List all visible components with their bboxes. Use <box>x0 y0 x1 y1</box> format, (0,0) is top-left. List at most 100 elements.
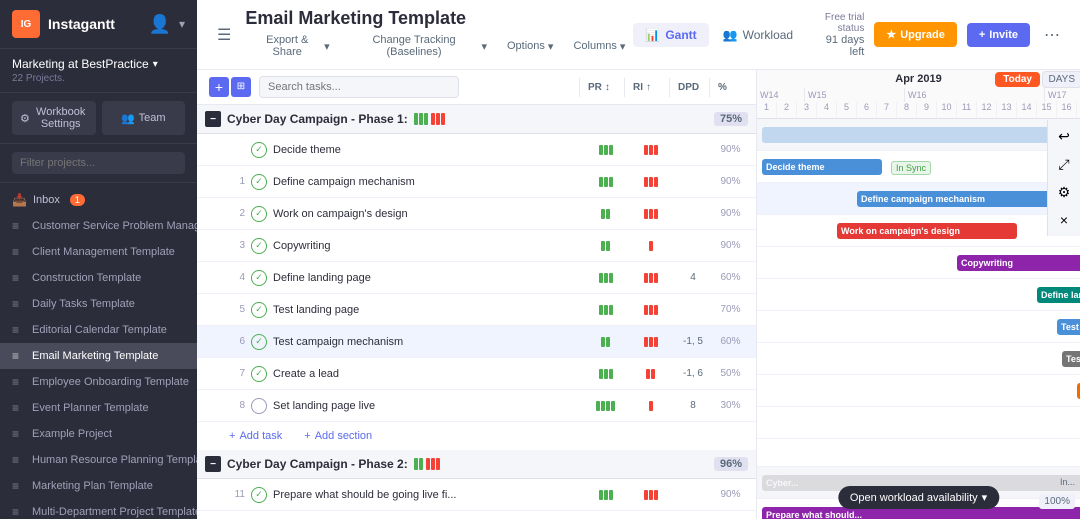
group-name: Cyber Day Campaign - Phase 1: <box>227 112 408 126</box>
gantt-container: + ⊞ PR ↕ RI ↑ <box>197 70 1080 519</box>
table-row[interactable]: 5 Test landing page 70% <box>197 294 756 326</box>
columns-button[interactable]: Columns ▾ <box>565 37 633 56</box>
sidebar-item-daily-tasks[interactable]: ≡ Daily Tasks Template <box>0 291 197 317</box>
gantt-bar: Test campaign mechanism <box>1062 351 1080 367</box>
task-checkbox[interactable] <box>251 302 267 318</box>
task-checkbox[interactable] <box>251 238 267 254</box>
sidebar-item-client-mgmt[interactable]: ≡ Client Management Template <box>0 239 197 265</box>
add-task-button[interactable]: + Add task <box>221 427 290 445</box>
open-workload-button[interactable]: Open workload availability ▾ <box>838 486 999 509</box>
app-name: Instagantt <box>48 16 115 32</box>
table-row[interactable]: 2 Work on campaign's design 90% <box>197 198 756 230</box>
tab-workload[interactable]: 👥 Workload <box>711 23 805 47</box>
task-pr <box>583 209 628 219</box>
chart-row-set-live: Set landing page l... <box>757 407 1080 439</box>
task-checkbox[interactable] <box>251 334 267 350</box>
task-name: Copywriting <box>273 240 583 252</box>
sidebar-item-employee-onboarding[interactable]: ≡ Employee Onboarding Template <box>0 369 197 395</box>
undo-icon[interactable]: ↩ <box>1052 124 1076 148</box>
upgrade-button[interactable]: ★ Upgrade <box>874 22 957 47</box>
sidebar-item-editorial[interactable]: ≡ Editorial Calendar Template <box>0 317 197 343</box>
table-row[interactable]: 1 Define campaign mechanism 90% <box>197 166 756 198</box>
hamburger-menu-button[interactable]: ☰ <box>213 21 235 49</box>
close-panel-icon[interactable]: × <box>1052 208 1076 232</box>
options-button[interactable]: Options ▾ <box>499 37 561 56</box>
right-panel-icons: ↩ ⤢ ⚙ × <box>1047 120 1080 236</box>
sidebar-item-construction[interactable]: ≡ Construction Template <box>0 265 197 291</box>
task-checkbox[interactable] <box>251 398 267 414</box>
group-collapse-icon[interactable]: − <box>205 111 221 127</box>
group-collapse-icon[interactable]: − <box>205 456 221 472</box>
task-checkbox[interactable] <box>251 487 267 503</box>
sidebar: IG Instagantt 👤 ▾ Marketing at BestPract… <box>0 0 197 519</box>
gantt-bar: Copywriting <box>957 255 1080 271</box>
table-row[interactable]: 3 Copywriting 90% <box>197 230 756 262</box>
project-icon: ≡ <box>12 505 26 519</box>
sidebar-item-event-planner[interactable]: ≡ Event Planner Template <box>0 395 197 421</box>
bar <box>431 458 435 470</box>
task-pct: 90% <box>713 489 748 500</box>
table-row[interactable]: 8 Set landing page live 8 30% <box>197 390 756 422</box>
sort-icon[interactable]: ↕ <box>605 82 610 93</box>
task-dpd: -1, 5 <box>673 336 713 347</box>
project-icon: ≡ <box>12 427 26 441</box>
change-tracking-button[interactable]: Change Tracking (Baselines) ▾ <box>342 31 495 61</box>
sidebar-item-multi-dept[interactable]: ≡ Multi-Department Project Template <box>0 499 197 519</box>
task-number: 1 <box>221 176 245 187</box>
add-row-button[interactable]: + <box>209 77 229 97</box>
sidebar-item-example-project[interactable]: ≡ Example Project <box>0 421 197 447</box>
table-row[interactable]: 7 Create a lead -1, 6 50% <box>197 358 756 390</box>
add-col-button[interactable]: ⊞ <box>231 77 251 97</box>
invite-button[interactable]: + Invite <box>967 23 1030 47</box>
task-checkbox[interactable] <box>251 366 267 382</box>
task-checkbox[interactable] <box>251 270 267 286</box>
task-list-panel: + ⊞ PR ↕ RI ↑ <box>197 70 757 519</box>
settings-panel-icon[interactable]: ⚙ <box>1052 180 1076 204</box>
sidebar-item-marketing-plan[interactable]: ≡ Marketing Plan Template <box>0 473 197 499</box>
task-cols: -1, 6 50% <box>583 368 748 379</box>
inbox-badge: 1 <box>70 194 85 206</box>
group-header-phase1[interactable]: − Cyber Day Campaign - Phase 1: <box>197 105 756 134</box>
filter-projects-input[interactable] <box>12 152 185 174</box>
workspace-name[interactable]: Marketing at BestPractice ▾ <box>12 57 185 71</box>
page-title: Email Marketing Template <box>245 8 633 29</box>
col-header-dpd: DPD <box>669 78 709 97</box>
sidebar-toggle-icon[interactable]: ▾ <box>179 17 185 31</box>
today-button[interactable]: Today <box>995 72 1040 87</box>
sidebar-item-email-marketing[interactable]: ≡ Email Marketing Template <box>0 343 197 369</box>
task-checkbox[interactable] <box>251 142 267 158</box>
table-row[interactable]: Decide theme 90% <box>197 134 756 166</box>
task-checkbox[interactable] <box>251 206 267 222</box>
team-button[interactable]: 👥 Team <box>102 101 186 135</box>
more-options-icon[interactable]: ⋯ <box>1040 21 1064 49</box>
add-section-button[interactable]: + Add section <box>296 427 380 445</box>
chart-header: Apr 2019 Today DAYS W14 W15 W16 W17 1 <box>757 70 1080 119</box>
task-name: Test landing page <box>273 304 583 316</box>
group-name: Cyber Day Campaign - Phase 2: <box>227 457 408 471</box>
table-row[interactable]: 11 Prepare what should be going live fi.… <box>197 479 756 511</box>
sort-icon[interactable]: ↑ <box>646 82 651 93</box>
sidebar-item-customer-service[interactable]: ≡ Customer Service Problem Management Te… <box>0 213 197 239</box>
search-input[interactable] <box>259 76 459 98</box>
user-avatar-icon[interactable]: 👤 <box>149 14 171 35</box>
month-row: Apr 2019 Today DAYS <box>757 70 1080 88</box>
export-share-button[interactable]: Export & Share ▾ <box>245 31 337 61</box>
workbook-settings-button[interactable]: ⚙ Workbook Settings <box>12 101 96 135</box>
expand-icon[interactable]: ⤢ <box>1052 152 1076 176</box>
group-header-phase2[interactable]: − Cyber Day Campaign - Phase 2: <box>197 450 756 479</box>
task-name: Prepare what should be going live fi... <box>273 489 583 501</box>
task-number: 11 <box>221 489 245 500</box>
sidebar-item-hr-planning[interactable]: ≡ Human Resource Planning Template <box>0 447 197 473</box>
table-row[interactable]: 6 Test campaign mechanism -1, 5 60% <box>197 326 756 358</box>
task-name: Decide theme <box>273 144 583 156</box>
project-icon: ≡ <box>12 349 26 363</box>
table-row[interactable]: 4 Define landing page 4 60% <box>197 262 756 294</box>
table-row[interactable]: 12 Make sure copywrite is on point 12 90… <box>197 511 756 519</box>
tab-gantt[interactable]: 📊 Gantt <box>633 23 708 47</box>
chart-row-decide-theme: Decide theme In Sync ✓ <box>757 151 1080 183</box>
invite-icon: + <box>979 29 985 41</box>
sidebar-item-inbox[interactable]: 📥 Inbox 1 <box>0 187 197 213</box>
task-ri <box>628 337 673 347</box>
days-select-button[interactable]: DAYS <box>1042 71 1080 88</box>
task-checkbox[interactable] <box>251 174 267 190</box>
